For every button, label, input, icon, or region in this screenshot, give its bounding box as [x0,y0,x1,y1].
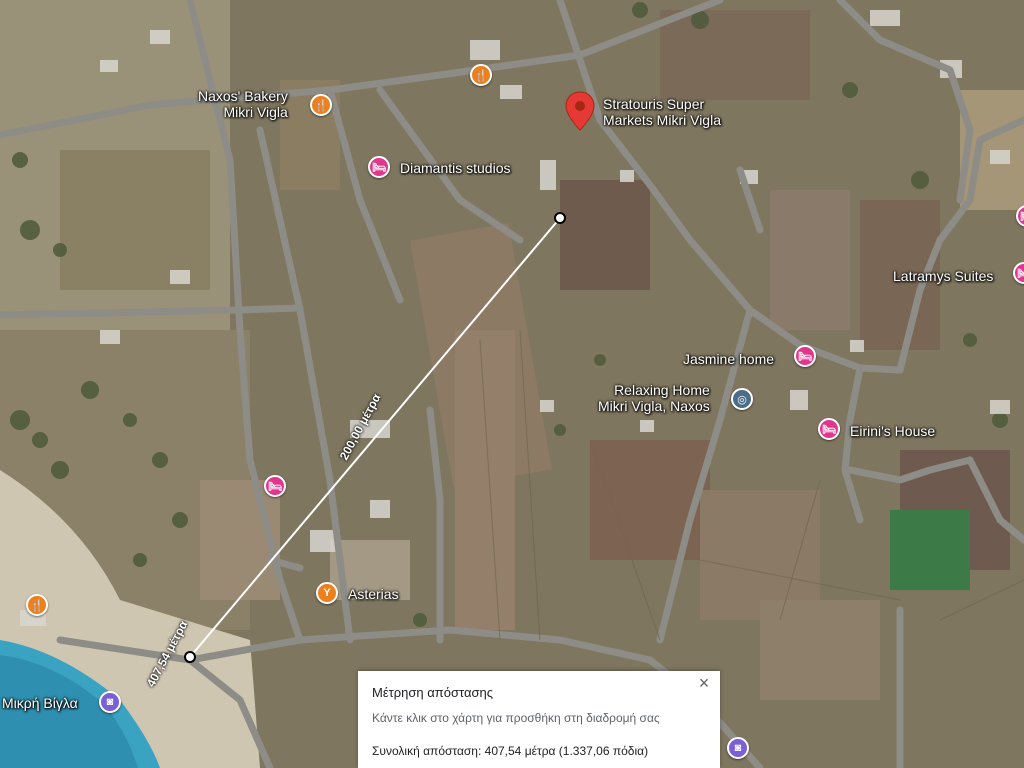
camera-icon[interactable]: ◙ [727,737,749,759]
bed-icon[interactable]: 🛏 [368,156,390,178]
close-button[interactable]: × [694,673,714,693]
camera-icon[interactable]: ◙ [99,691,121,713]
bed-icon[interactable]: 🛏 [818,418,840,440]
fork-knife-icon[interactable]: 🍴 [310,94,332,116]
place-label-mikri-vigla[interactable]: Μικρή Βίγλα [2,695,78,711]
panel-title: Μέτρηση απόστασης [372,685,493,700]
measurement-start-point[interactable] [184,651,196,663]
measure-distance-panel: Μέτρηση απόστασης Κάντε κλικ στο χάρτη γ… [358,671,720,768]
bed-icon[interactable]: 🛏 [264,475,286,497]
measurement-end-point[interactable] [554,212,566,224]
satellite-map[interactable] [0,0,1024,768]
bed-icon[interactable]: 🛏 [794,345,816,367]
panel-total-distance: Συνολική απόσταση: 407,54 μέτρα (1.337,0… [372,744,649,758]
place-label-diamantis[interactable]: Diamantis studios [400,160,511,176]
place-label-stratouris[interactable]: Stratouris Super Markets Mikri Vigla [603,96,721,128]
place-label-asterias[interactable]: Asterias [348,586,399,602]
place-label-relaxing[interactable]: Relaxing Home Mikri Vigla, Naxos [598,382,710,414]
place-label-jasmine[interactable]: Jasmine home [683,351,774,367]
panel-hint: Κάντε κλικ στο χάρτη για προσθήκη στη δι… [372,711,660,725]
target-icon[interactable]: ◎ [731,388,753,410]
fork-knife-icon[interactable]: 🍴 [470,64,492,86]
place-label-bakery[interactable]: Naxos' Bakery Mikri Vigla [198,88,288,120]
fork-knife-icon[interactable]: 🍴 [26,594,48,616]
place-label-latramys[interactable]: Latramys Suites [893,268,993,284]
cocktail-icon[interactable]: Y [316,582,338,604]
place-label-eirini[interactable]: Eirini's House [850,423,935,439]
